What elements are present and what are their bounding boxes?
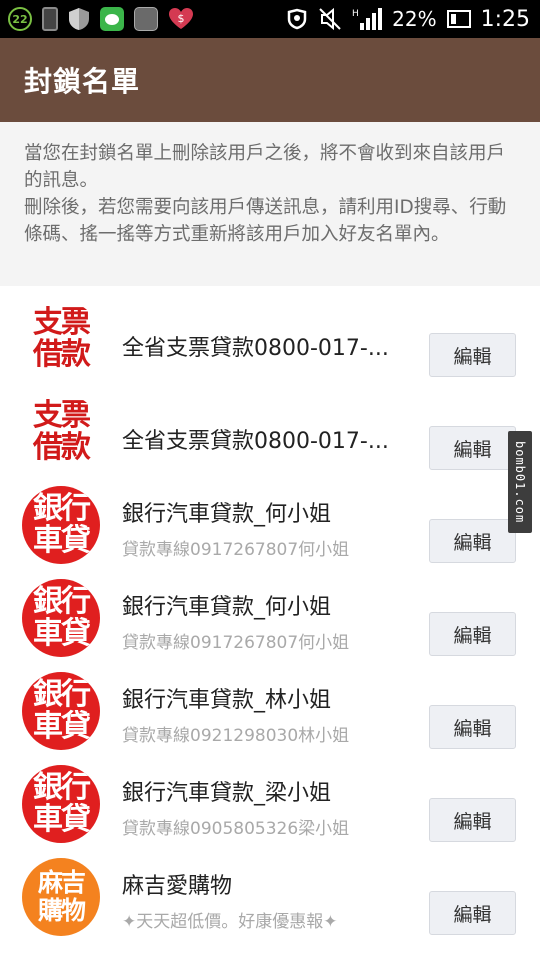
user-name: 全省支票貸款0800-017-... (122, 429, 389, 454)
avatar: 支票 借款 (33, 305, 91, 372)
user-status-message: ✦天天超低價。好康優惠報✦ (122, 912, 338, 932)
edit-button[interactable]: 編輯 (429, 705, 516, 749)
heart-money-icon: $ (168, 7, 194, 31)
user-name: 全省支票貸款0800-017-... (122, 336, 389, 361)
system-icons: H 22% 1:25 (286, 4, 530, 34)
avatar: 麻吉 購物 (22, 858, 100, 936)
list-item: 支票 借款 全省支票貸款0800-017-... 編輯 (0, 379, 540, 472)
avatar: 支票 借款 (33, 398, 91, 465)
signal-icon: H (352, 7, 383, 31)
svg-text:$: $ (178, 12, 185, 25)
edit-button[interactable]: 編輯 (429, 426, 516, 470)
user-name: 麻吉愛購物 (122, 874, 233, 899)
user-status-message: 貸款專線0921298030林小姐 (122, 726, 350, 746)
edit-button[interactable]: 編輯 (429, 519, 516, 563)
edit-button[interactable]: 編輯 (429, 891, 516, 935)
avatar: 銀行 車貸 (22, 579, 100, 657)
user-name: 銀行汽車貸款_何小姐 (122, 502, 332, 527)
avatar: 銀行 車貸 (22, 486, 100, 564)
edit-button[interactable]: 編輯 (429, 612, 516, 656)
list-item: 麻吉 購物 麻吉愛購物 ✦天天超低價。好康優惠報✦ 編輯 (0, 844, 540, 937)
list-item: 銀行 車貸 銀行汽車貸款_梁小姐 貸款專線0905805326梁小姐 編輯 (0, 751, 540, 844)
image-icon (134, 7, 158, 31)
list-item: 銀行 車貸 銀行汽車貸款_何小姐 貸款專線0917267807何小姐 編輯 (0, 565, 540, 658)
user-name: 銀行汽車貸款_何小姐 (122, 595, 332, 620)
status-bar: 22 $ H 22% 1:25 (0, 0, 540, 38)
mute-icon (318, 7, 342, 31)
watermark-text: bomb01.com (513, 440, 527, 524)
line-app-icon (100, 7, 124, 31)
avatar: 銀行 車貸 (22, 765, 100, 843)
lock-icon (286, 8, 308, 30)
edit-button[interactable]: 編輯 (429, 798, 516, 842)
notification-icons: 22 $ (8, 5, 194, 33)
user-status-message: 貸款專線0917267807何小姐 (122, 540, 350, 560)
user-name: 銀行汽車貸款_林小姐 (122, 688, 332, 713)
block-list-notice: 當您在封鎖名單上刪除該用戶之後，將不會收到來自該用戶的訊息。 刪除後，若您需要向… (0, 122, 540, 286)
user-status-message: 貸款專線0917267807何小姐 (122, 633, 350, 653)
list-item: 銀行 車貸 銀行汽車貸款_何小姐 貸款專線0917267807何小姐 編輯 (0, 472, 540, 565)
page-title: 封鎖名單 (24, 65, 141, 98)
user-status-message: 貸款專線0905805326梁小姐 (122, 819, 350, 839)
svg-text:H: H (352, 9, 359, 19)
user-name: 銀行汽車貸款_梁小姐 (122, 781, 332, 806)
clock: 1:25 (480, 6, 530, 32)
battery-percent: 22% (392, 7, 437, 31)
watermark: bomb01.com (508, 431, 532, 533)
shield-icon (68, 7, 90, 31)
phone-icon (42, 7, 58, 31)
edit-button[interactable]: 編輯 (429, 333, 516, 377)
app-header: 封鎖名單 (0, 38, 540, 122)
list-item: 支票 借款 全省支票貸款0800-017-... 編輯 (0, 286, 540, 379)
battery-icon (446, 10, 471, 28)
notice-text-1: 當您在封鎖名單上刪除該用戶之後，將不會收到來自該用戶的訊息。 (24, 143, 506, 191)
notification-count-icon: 22 (8, 7, 32, 31)
avatar: 銀行 車貸 (22, 672, 100, 750)
list-item: 銀行 車貸 銀行汽車貸款_林小姐 貸款專線0921298030林小姐 編輯 (0, 658, 540, 751)
notice-text-2: 刪除後，若您需要向該用戶傳送訊息，請利用ID搜尋、行動條碼、搖一搖等方式重新將該… (24, 197, 507, 245)
